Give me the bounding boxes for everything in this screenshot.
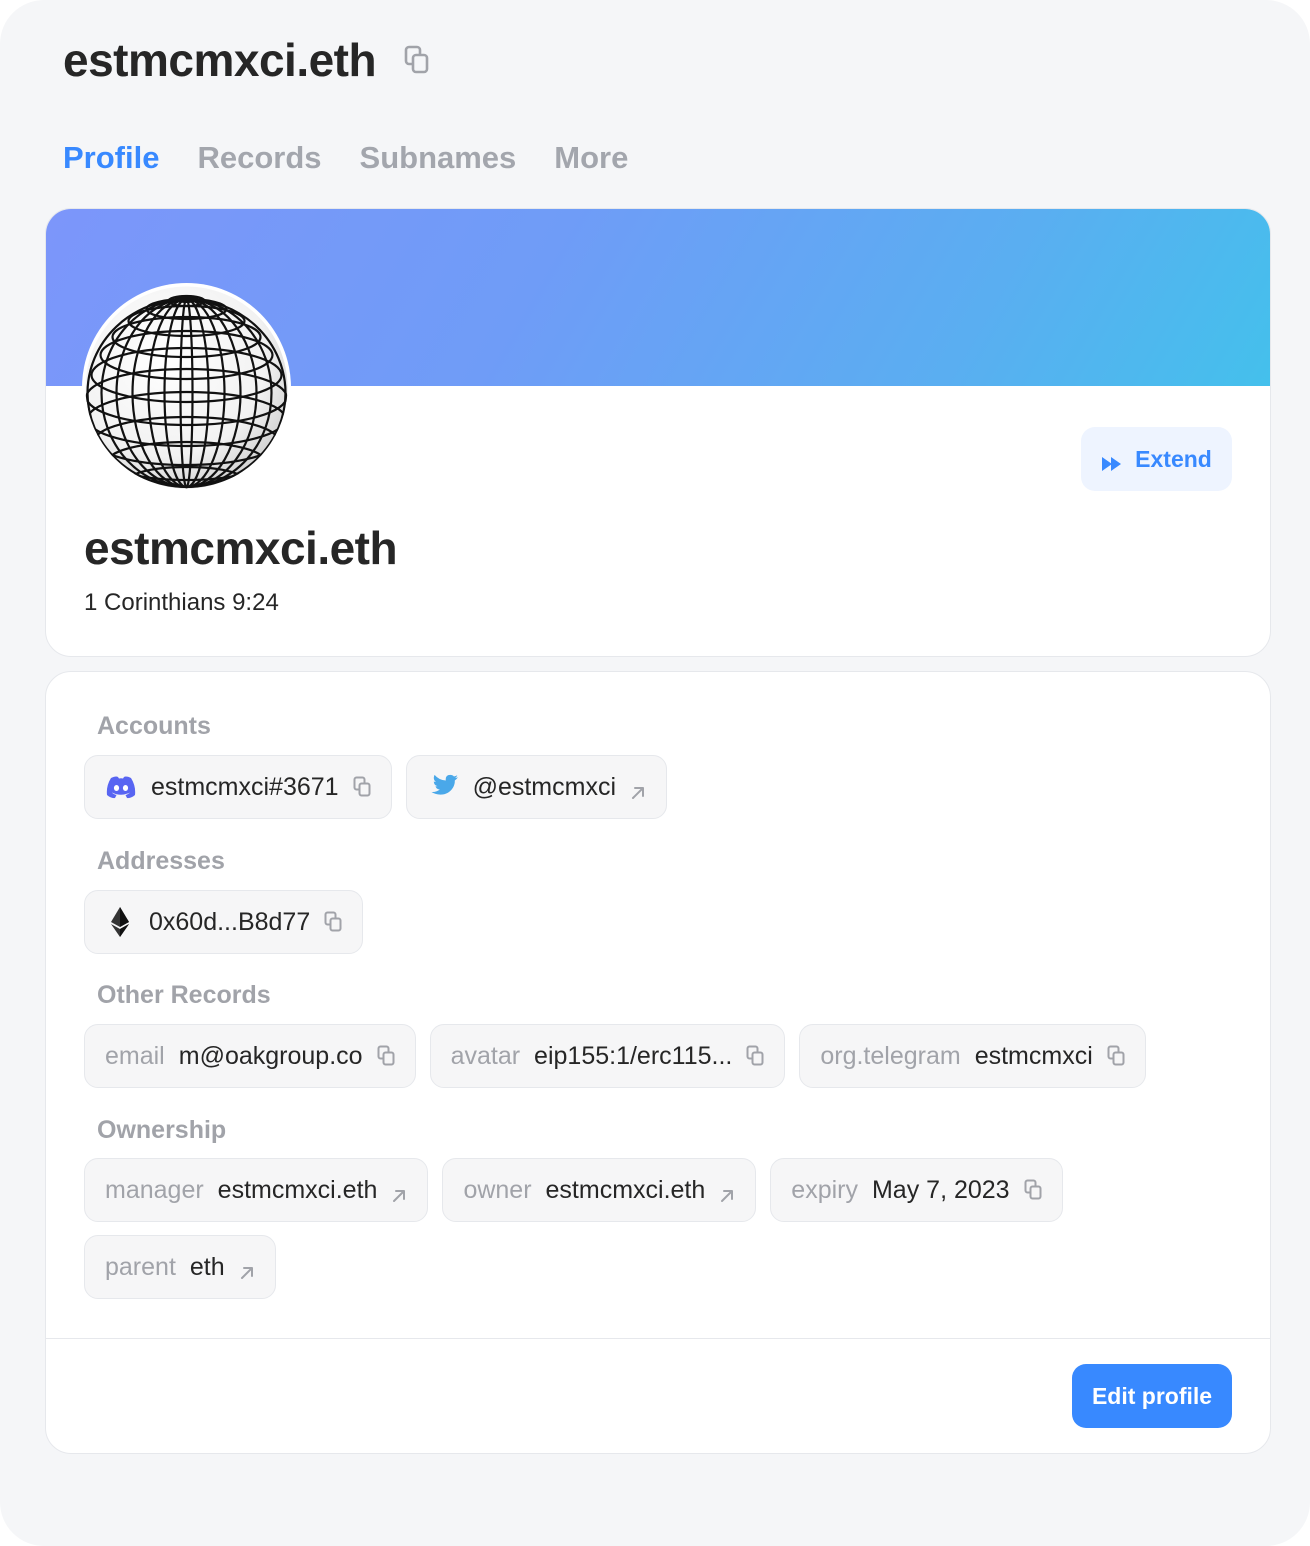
accounts-row: estmcmxci#3671 @estmcmxci	[84, 755, 668, 819]
copy-icon[interactable]	[353, 776, 371, 798]
external-link-icon[interactable]	[719, 1182, 735, 1202]
extend-label: Extend	[1135, 445, 1212, 472]
ethereum-icon	[105, 906, 135, 938]
ownership-row: manager estmcmxci.eth owner estmcmxci.et…	[84, 1158, 1063, 1222]
copy-icon[interactable]	[377, 1045, 395, 1067]
twitter-account-chip[interactable]: @estmcmxci	[405, 755, 668, 819]
ownership-key: owner	[463, 1175, 532, 1204]
record-key: avatar	[450, 1041, 521, 1070]
accounts-heading: Accounts	[97, 712, 211, 740]
fast-forward-icon	[1101, 451, 1123, 471]
discord-account-chip[interactable]: estmcmxci#3671	[84, 755, 392, 819]
ownership-value: estmcmxci.eth	[545, 1175, 706, 1204]
details-card: Accounts estmcmxci#3671 @estmcmxci Addre…	[45, 671, 1271, 1454]
extend-button[interactable]: Extend	[1081, 427, 1232, 491]
page-header: estmcmxci.eth	[63, 30, 430, 90]
discord-icon	[105, 775, 137, 799]
copy-icon[interactable]	[1024, 1179, 1042, 1201]
tab-profile[interactable]: Profile	[63, 140, 159, 176]
copy-icon[interactable]	[1107, 1045, 1125, 1067]
record-key: org.telegram	[820, 1041, 961, 1070]
record-chip-email[interactable]: email m@oakgroup.co	[84, 1024, 416, 1088]
external-link-icon[interactable]	[239, 1259, 255, 1279]
record-chip-avatar[interactable]: avatar eip155:1/erc115...	[429, 1024, 786, 1088]
copy-icon[interactable]	[404, 45, 430, 75]
copy-icon[interactable]	[324, 911, 342, 933]
copy-icon[interactable]	[746, 1045, 764, 1067]
tab-records[interactable]: Records	[197, 140, 321, 176]
ownership-row-2: parent eth	[84, 1235, 276, 1299]
tab-subnames[interactable]: Subnames	[360, 140, 517, 176]
ownership-value: estmcmxci.eth	[217, 1175, 378, 1204]
other-records-heading: Other Records	[97, 981, 271, 1009]
other-records-row: email m@oakgroup.co avatar eip155:1/erc1…	[84, 1024, 1146, 1088]
tab-bar: Profile Records Subnames More	[63, 140, 628, 176]
twitter-icon	[427, 774, 459, 800]
page-title: estmcmxci.eth	[63, 34, 377, 86]
external-link-icon[interactable]	[630, 779, 646, 799]
record-value: m@oakgroup.co	[178, 1041, 363, 1070]
tab-more[interactable]: More	[554, 140, 628, 176]
ownership-key: parent	[105, 1252, 176, 1281]
ownership-key: expiry	[791, 1175, 858, 1204]
profile-name: estmcmxci.eth	[84, 522, 398, 574]
app-frame: estmcmxci.eth Profile Records Subnames M…	[0, 0, 1310, 1546]
ownership-chip-manager[interactable]: manager estmcmxci.eth	[84, 1158, 429, 1222]
ownership-chip-parent[interactable]: parent eth	[84, 1235, 276, 1299]
avatar[interactable]	[84, 285, 289, 490]
edit-profile-button[interactable]: Edit profile	[1072, 1364, 1232, 1428]
profile-description: 1 Corinthians 9:24	[84, 589, 279, 616]
eth-address-chip[interactable]: 0x60d...B8d77	[84, 890, 364, 954]
record-value: eip155:1/erc115...	[534, 1041, 733, 1070]
external-link-icon[interactable]	[391, 1182, 407, 1202]
wireframe-globe-icon	[85, 286, 288, 489]
record-value: estmcmxci	[974, 1041, 1093, 1070]
record-chip-telegram[interactable]: org.telegram estmcmxci	[799, 1024, 1146, 1088]
ownership-key: manager	[105, 1175, 204, 1204]
profile-card: Extend estmcmxci.eth 1 Corinthians 9:24	[45, 208, 1271, 657]
card-divider	[46, 1338, 1270, 1339]
ownership-value: May 7, 2023	[871, 1175, 1010, 1204]
eth-address: 0x60d...B8d77	[149, 907, 311, 936]
addresses-row: 0x60d...B8d77	[84, 890, 364, 954]
ownership-chip-expiry[interactable]: expiry May 7, 2023	[770, 1158, 1063, 1222]
ownership-chip-owner[interactable]: owner estmcmxci.eth	[442, 1158, 757, 1222]
discord-handle: estmcmxci#3671	[151, 772, 339, 801]
ownership-heading: Ownership	[97, 1116, 227, 1144]
addresses-heading: Addresses	[97, 847, 225, 875]
ownership-value: eth	[189, 1252, 225, 1281]
twitter-handle: @estmcmxci	[472, 772, 617, 801]
record-key: email	[105, 1041, 165, 1070]
